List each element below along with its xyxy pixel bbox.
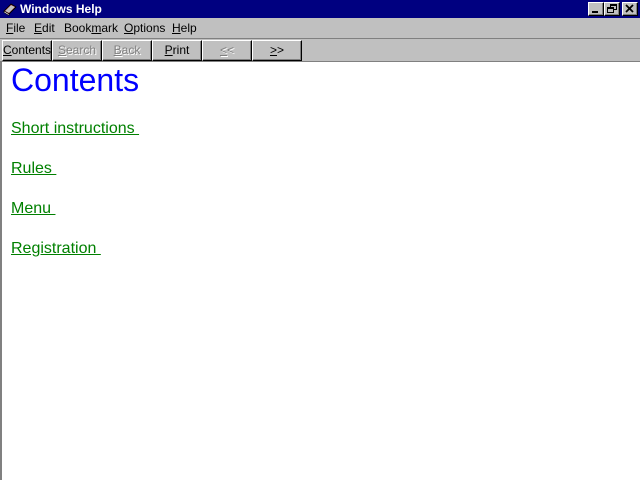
link-menu[interactable]: Menu bbox=[11, 199, 55, 219]
browse-previous-button: << bbox=[202, 40, 252, 61]
browse-previous-label-post: < bbox=[227, 43, 235, 57]
menu-options-label-post: ptions bbox=[133, 21, 166, 35]
print-button-label-post: rint bbox=[172, 43, 190, 57]
contents-button-accelerator: C bbox=[3, 43, 12, 57]
page-title: Contents bbox=[11, 62, 140, 98]
title-bar[interactable]: Windows Help bbox=[0, 0, 640, 18]
menu-options[interactable]: Options bbox=[124, 20, 165, 36]
menu-help-label-post: elp bbox=[180, 21, 197, 35]
close-button[interactable] bbox=[622, 2, 638, 16]
minimize-icon bbox=[592, 11, 598, 13]
contents-button[interactable]: Contents bbox=[2, 40, 52, 61]
menu-file[interactable]: File bbox=[6, 20, 25, 36]
menu-edit-label-post: dit bbox=[42, 21, 55, 35]
back-button-accelerator: B bbox=[113, 43, 122, 57]
close-icon bbox=[625, 4, 634, 13]
menu-bookmark-accelerator: m bbox=[91, 21, 102, 35]
menu-bookmark[interactable]: Bookmark bbox=[64, 20, 118, 36]
browse-next-accelerator: > bbox=[269, 43, 277, 57]
browse-next-label-post: > bbox=[277, 43, 285, 57]
menu-file-label-post: ile bbox=[13, 21, 26, 35]
link-registration[interactable]: Registration bbox=[11, 239, 101, 259]
help-window: Windows Help File Edit Bookmark Options … bbox=[0, 0, 640, 480]
search-button: Search bbox=[52, 40, 102, 61]
window-title: Windows Help bbox=[20, 2, 102, 16]
print-button-accelerator: P bbox=[164, 43, 173, 57]
topic-content-area[interactable]: Contents Short instructions Rules Menu R… bbox=[0, 61, 640, 480]
back-button: Back bbox=[102, 40, 152, 61]
print-button[interactable]: Print bbox=[152, 40, 202, 61]
link-rules[interactable]: Rules bbox=[11, 159, 56, 179]
minimize-button[interactable] bbox=[588, 2, 604, 16]
browse-next-button[interactable]: >> bbox=[252, 40, 302, 61]
search-button-label-post: earch bbox=[65, 43, 97, 57]
menu-bookmark-label-post: ark bbox=[101, 21, 119, 35]
menu-options-accelerator: O bbox=[124, 21, 134, 35]
restore-icon bbox=[607, 4, 617, 13]
back-button-label-post: ack bbox=[121, 43, 141, 57]
browse-previous-accelerator: < bbox=[219, 43, 227, 57]
search-button-accelerator: S bbox=[57, 43, 66, 57]
menu-help[interactable]: Help bbox=[172, 20, 197, 36]
help-book-icon[interactable] bbox=[2, 1, 18, 17]
menu-bar: File Edit Bookmark Options Help bbox=[0, 18, 640, 38]
contents-button-label-post: ontents bbox=[11, 43, 52, 57]
link-short-instructions[interactable]: Short instructions bbox=[11, 119, 139, 139]
menu-help-accelerator: H bbox=[172, 21, 181, 35]
restore-button[interactable] bbox=[604, 2, 620, 16]
menu-bookmark-label-pre: Book bbox=[64, 21, 92, 35]
menu-edit-accelerator: E bbox=[34, 21, 43, 35]
menu-edit[interactable]: Edit bbox=[34, 20, 55, 36]
button-bar: Contents Search Back Print << >> bbox=[0, 38, 640, 61]
